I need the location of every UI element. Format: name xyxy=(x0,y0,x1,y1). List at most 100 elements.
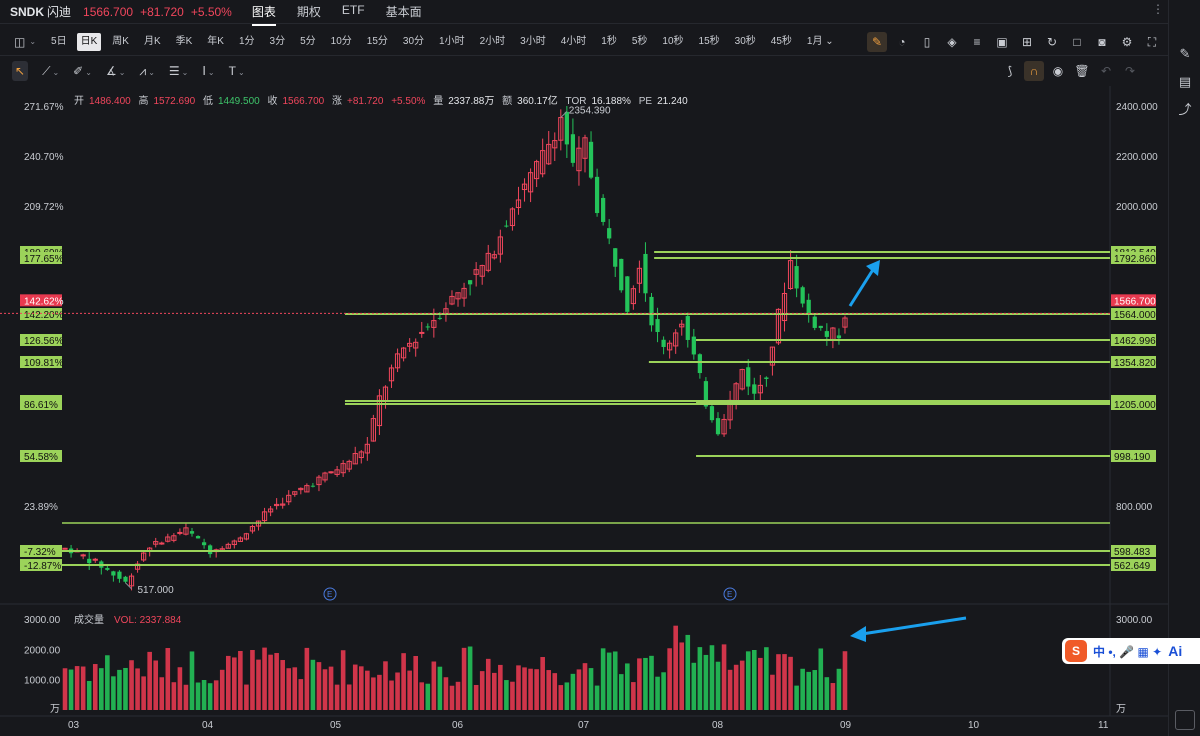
interval-4[interactable]: 季K xyxy=(176,33,193,51)
text-tool-icon[interactable]: T ⌄ xyxy=(229,61,245,81)
volume-bar xyxy=(407,670,412,710)
open-label: 开 xyxy=(74,96,84,107)
interval-14[interactable]: 3小时 xyxy=(520,33,546,51)
chg-label: 涨 xyxy=(332,96,342,107)
pct-level-label: 54.58% xyxy=(24,452,58,463)
candle-body-down xyxy=(649,296,654,326)
candle-body-up xyxy=(62,547,68,550)
box-icon[interactable]: ▣ xyxy=(992,32,1012,52)
candle-icon[interactable]: ▯ xyxy=(917,32,937,52)
volume-bar xyxy=(225,655,231,710)
draw-icon[interactable]: ✎ xyxy=(867,32,887,52)
interval-0[interactable]: 5日 xyxy=(51,33,67,51)
volume-bar xyxy=(377,674,382,710)
magnet-icon[interactable]: ∩ xyxy=(1024,61,1044,81)
layers-icon[interactable]: ◈ xyxy=(942,32,962,52)
interval-18[interactable]: 10秒 xyxy=(662,33,683,51)
line-tool-icon[interactable]: ⟋ ⌄ xyxy=(42,61,59,81)
wave-tool-icon[interactable]: ⩘ ⌄ xyxy=(139,61,154,81)
interval-16[interactable]: 1秒 xyxy=(601,33,617,51)
undo-icon[interactable]: ↶ xyxy=(1096,61,1116,81)
volume-bar xyxy=(661,672,666,710)
volume-bar xyxy=(419,682,425,710)
volume-unit-right: 万 xyxy=(1116,704,1126,715)
speed-icon[interactable]: ◔ xyxy=(892,32,912,52)
earnings-marker-letter: E xyxy=(727,590,732,599)
volume-bar xyxy=(358,666,364,710)
interval-21[interactable]: 45秒 xyxy=(771,33,792,51)
chevron-down-icon[interactable]: ⌄ xyxy=(29,37,36,46)
interval-8[interactable]: 5分 xyxy=(300,33,316,51)
volume-header: 成交量 VOL: 2337.884 xyxy=(74,615,182,626)
list-icon[interactable]: ≡ xyxy=(967,32,987,52)
candle-body-down xyxy=(570,134,576,163)
candle-body-down xyxy=(105,568,110,570)
interval-10[interactable]: 15分 xyxy=(367,33,388,51)
volume-bar xyxy=(637,658,642,710)
note-icon[interactable]: ▤ xyxy=(1169,68,1200,96)
interval-5[interactable]: 年K xyxy=(207,33,224,51)
tab-0[interactable]: 图表 xyxy=(251,0,276,26)
interval-1[interactable]: 日K xyxy=(76,32,102,51)
interval-22[interactable]: 1月 ⌄ xyxy=(807,33,834,51)
high-value: 1572.690 xyxy=(153,96,196,107)
eye-icon[interactable]: ◉ xyxy=(1048,61,1068,81)
interval-3[interactable]: 月K xyxy=(144,33,161,51)
volume-bar xyxy=(437,666,443,710)
fullscreen-icon[interactable]: ⛶ xyxy=(1142,32,1162,52)
camera-icon[interactable]: ◙ xyxy=(1092,32,1112,52)
candle-body-down xyxy=(208,545,213,555)
interval-11[interactable]: 30分 xyxy=(403,33,424,51)
interval-20[interactable]: 30秒 xyxy=(735,33,756,51)
candle-body-down xyxy=(752,384,757,394)
symbol[interactable]: SNDK 闪迪 xyxy=(10,3,71,20)
fib-tool-icon[interactable]: ☰ ⌄ xyxy=(169,61,188,81)
interval-7[interactable]: 3分 xyxy=(270,33,286,51)
measure-tool-icon[interactable]: Ⅰ ⌄ xyxy=(202,61,214,81)
volume-bar xyxy=(667,648,672,710)
pct-level-label: 109.81% xyxy=(24,358,64,369)
candle-body-down xyxy=(607,228,612,239)
volume-tick-right: 3000.00 xyxy=(1116,615,1153,626)
replay-icon[interactable]: ↻ xyxy=(1042,32,1062,52)
volume-bar xyxy=(546,670,552,710)
trash-icon[interactable]: 🗑 xyxy=(1072,61,1092,81)
last-pct-label: 142.62% xyxy=(24,296,64,307)
grid-icon[interactable]: ⊞ xyxy=(1017,32,1037,52)
layout-icon[interactable]: ◫ xyxy=(14,35,25,49)
interval-15[interactable]: 4小时 xyxy=(561,33,587,51)
square-icon[interactable]: □ xyxy=(1067,32,1087,52)
volume-bar xyxy=(721,644,727,710)
cursor-icon[interactable]: ↖ xyxy=(12,61,29,81)
interval-13[interactable]: 2小时 xyxy=(480,33,506,51)
interval-19[interactable]: 15秒 xyxy=(699,33,720,51)
volume-bar xyxy=(92,664,98,710)
interval-2[interactable]: 周K xyxy=(112,33,129,51)
volume-bar xyxy=(304,647,310,710)
tab-3[interactable]: 基本面 xyxy=(386,0,422,24)
tab-1[interactable]: 期权 xyxy=(297,0,321,24)
angle-tool-icon[interactable]: ∡ ⌄ xyxy=(106,61,125,81)
ime-toolbar[interactable]: S 中 •, 🎤 ▦ ✦ Ai xyxy=(1062,638,1200,664)
redo-icon[interactable]: ↷ xyxy=(1120,61,1140,81)
candle-body-down xyxy=(818,325,823,328)
volume-bar xyxy=(576,669,582,710)
interval-9[interactable]: 10分 xyxy=(331,33,352,51)
brush-icon[interactable]: ⟆ xyxy=(1000,61,1020,81)
candle-body-down xyxy=(643,253,648,294)
interval-6[interactable]: 1分 xyxy=(239,33,255,51)
interval-17[interactable]: 5秒 xyxy=(632,33,648,51)
channel-tool-icon[interactable]: ✐ ⌄ xyxy=(73,61,92,81)
more-icon[interactable]: ⋮ xyxy=(1152,2,1164,16)
volume-bar xyxy=(540,657,545,710)
volume-bar xyxy=(135,668,140,710)
edit-icon[interactable]: ✎ xyxy=(1169,40,1200,68)
tab-2[interactable]: ETF xyxy=(342,0,365,24)
share-icon[interactable]: ⤴ xyxy=(1169,96,1200,124)
time-tick-label: 05 xyxy=(330,720,342,731)
volume-bar xyxy=(250,650,255,710)
candle-body-down xyxy=(594,176,600,214)
interval-12[interactable]: 1小时 xyxy=(439,33,465,51)
gear-icon[interactable]: ⚙ xyxy=(1117,32,1137,52)
panel-icon[interactable] xyxy=(1175,710,1195,730)
